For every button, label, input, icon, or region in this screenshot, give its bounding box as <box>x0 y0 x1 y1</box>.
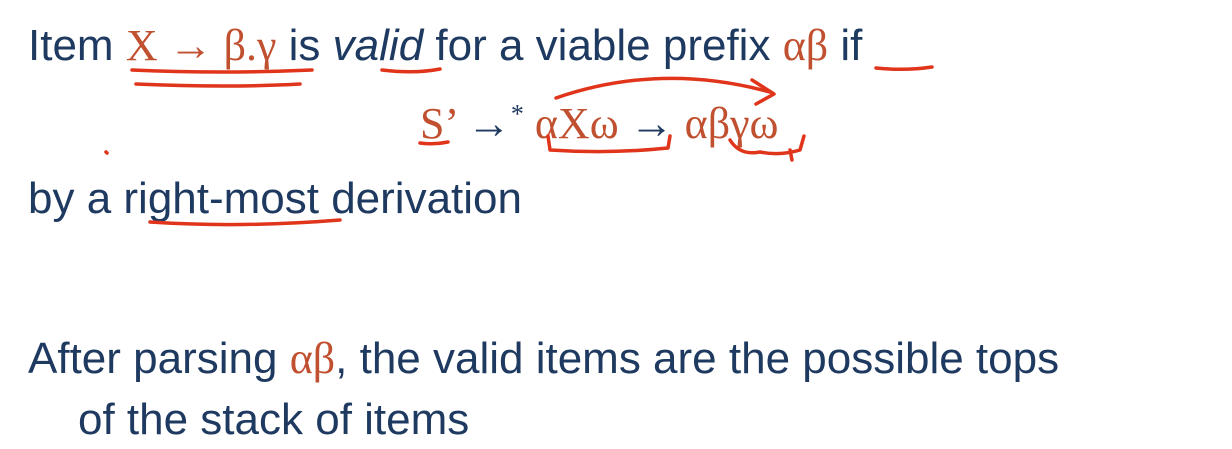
after-prefix-math: αβ <box>289 334 336 383</box>
sentential-form-2: αβγω <box>684 99 779 148</box>
star-arrow: → <box>466 99 511 148</box>
word-is: is <box>288 21 321 70</box>
word-valid: valid <box>332 21 424 70</box>
slide: Item X → β.γ is valid for a viable prefi… <box>0 0 1232 449</box>
after-line-2: of the stack of items <box>78 395 470 444</box>
prefix-math: αβ <box>782 21 829 70</box>
tick-beta <box>788 148 794 162</box>
derivation-line: S’ →* αXω → αβγω <box>420 99 779 148</box>
underline-prefix <box>874 65 934 72</box>
word-if: if <box>840 21 863 70</box>
derivation-arrow: → <box>629 99 674 148</box>
star: * <box>510 99 524 129</box>
after-lead: After parsing <box>28 334 278 383</box>
underline-item-math <box>130 68 314 74</box>
after-line-1: After parsing αβ, the valid items are th… <box>28 337 1059 381</box>
stray-dot <box>104 150 109 155</box>
underline-item-math-2 <box>134 82 302 88</box>
word-item: Item <box>28 21 114 70</box>
arc-over-derivation <box>554 76 772 100</box>
after-rest: , the valid items are the possible tops <box>335 334 1060 383</box>
start-symbol: S’ <box>420 99 456 148</box>
text-for-prefix: for a viable prefix <box>435 21 771 70</box>
sentential-form-1: αXω <box>534 99 619 148</box>
definition-line: Item X → β.γ is valid for a viable prefi… <box>28 24 862 68</box>
item-math: X → β.γ <box>125 21 277 70</box>
by-line: by a right-most derivation <box>28 174 522 223</box>
